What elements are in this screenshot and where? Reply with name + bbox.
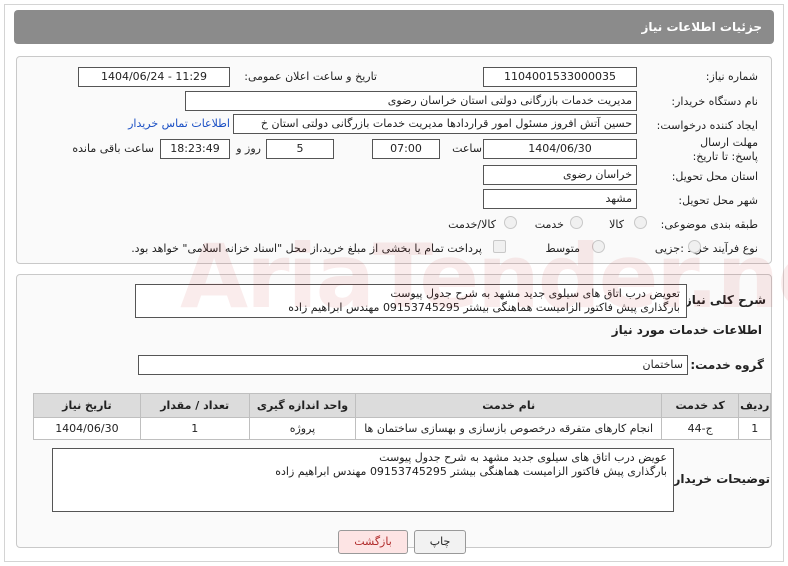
category-option-both: کالا/خدمت <box>448 218 496 231</box>
category-label: طبقه بندی موضوعی: <box>660 218 758 231</box>
buyer-contact-link[interactable]: اطلاعات تماس خریدار <box>128 117 230 130</box>
process-option-medium: متوسط <box>545 242 580 255</box>
back-button[interactable]: بازگشت <box>338 530 408 554</box>
remaining-time-label: ساعت باقی مانده <box>72 142 154 155</box>
city-label: شهر محل تحویل: <box>678 194 758 207</box>
announce-date-field: 1404/06/24 - 11:29 <box>78 67 230 87</box>
process-radio-medium[interactable] <box>592 240 605 253</box>
services-section-title: اطلاعات خدمات مورد نیاز <box>611 323 762 337</box>
deadline-time-field: 07:00 <box>372 139 440 159</box>
service-group-label: گروه خدمت: <box>690 358 764 372</box>
need-number-label: شماره نیاز: <box>705 70 758 83</box>
remaining-time-field: 18:23:49 <box>160 139 230 159</box>
process-option-minor: جزیی <box>654 242 680 255</box>
announce-date-label: تاریخ و ساعت اعلان عمومی: <box>244 70 377 83</box>
treasury-payment-checkbox[interactable] <box>493 240 506 253</box>
deadline-date-field: 1404/06/30 <box>483 139 637 159</box>
column-header-name: نام خدمت <box>355 393 662 418</box>
cell-service-code: ج-44 <box>660 417 740 440</box>
creator-label: ایجاد کننده درخواست: <box>656 119 758 132</box>
province-field: خراسان رضوی <box>483 165 637 185</box>
print-button[interactable]: چاپ <box>414 530 466 554</box>
category-radio-service[interactable] <box>570 216 583 229</box>
category-radio-both[interactable] <box>504 216 517 229</box>
creator-field: حسین آتش افروز مسئول امور قراردادها مدیر… <box>233 114 637 134</box>
category-radio-goods[interactable] <box>634 216 647 229</box>
buyer-org-field: مدیریت خدمات بازرگانی دولتی استان خراسان… <box>185 91 637 111</box>
services-table: ردیف کد خدمت نام خدمت واحد اندازه گیری ت… <box>33 393 771 440</box>
province-label: استان محل تحویل: <box>671 170 758 183</box>
table-row: 1 ج-44 انجام کارهای متفرقه درخصوص بازساز… <box>33 417 771 440</box>
buyer-org-label: نام دستگاه خریدار: <box>671 95 758 108</box>
summary-label: شرح کلی نیاز: <box>680 293 766 307</box>
buyer-notes-label: توضیحات خریدار: <box>668 472 770 486</box>
category-option-service: خدمت <box>534 218 564 231</box>
cell-quantity: 1 <box>139 417 250 440</box>
column-header-row: ردیف <box>738 393 771 418</box>
category-option-goods: کالا <box>609 218 624 231</box>
buyer-notes-textarea: عویض درب اتاق های سیلوی جدید مشهد به شرح… <box>52 448 674 512</box>
summary-textarea: تعویض درب اتاق های سیلوی جدید مشهد به شر… <box>135 284 687 318</box>
cell-row-number: 1 <box>738 417 771 440</box>
process-radio-minor[interactable] <box>688 240 701 253</box>
cell-need-date: 1404/06/30 <box>33 417 141 440</box>
city-field: مشهد <box>483 189 637 209</box>
column-header-code: کد خدمت <box>660 393 740 418</box>
column-header-unit: واحد اندازه گیری <box>248 393 357 418</box>
days-field: 5 <box>266 139 334 159</box>
page-header: جزئیات اطلاعات نیاز <box>14 10 774 44</box>
cell-service-name: انجام کارهای متفرقه درخصوص بازسازی و بهس… <box>355 417 662 440</box>
page-title: جزئیات اطلاعات نیاز <box>641 20 762 34</box>
need-info-panel <box>16 56 772 264</box>
need-number-field: 1104001533000035 <box>483 67 637 87</box>
cell-unit: پروژه <box>248 417 357 440</box>
column-header-date: تاریخ نیاز <box>33 393 141 418</box>
treasury-payment-note: پرداخت تمام یا بخشی از مبلغ خرید،از محل … <box>131 242 482 255</box>
column-header-quantity: تعداد / مقدار <box>139 393 250 418</box>
service-group-field: ساختمان <box>138 355 688 375</box>
days-label: روز و <box>236 142 261 155</box>
deadline-label: مهلت ارسال پاسخ: تا تاریخ: <box>692 136 758 163</box>
deadline-time-label: ساعت <box>452 142 482 155</box>
